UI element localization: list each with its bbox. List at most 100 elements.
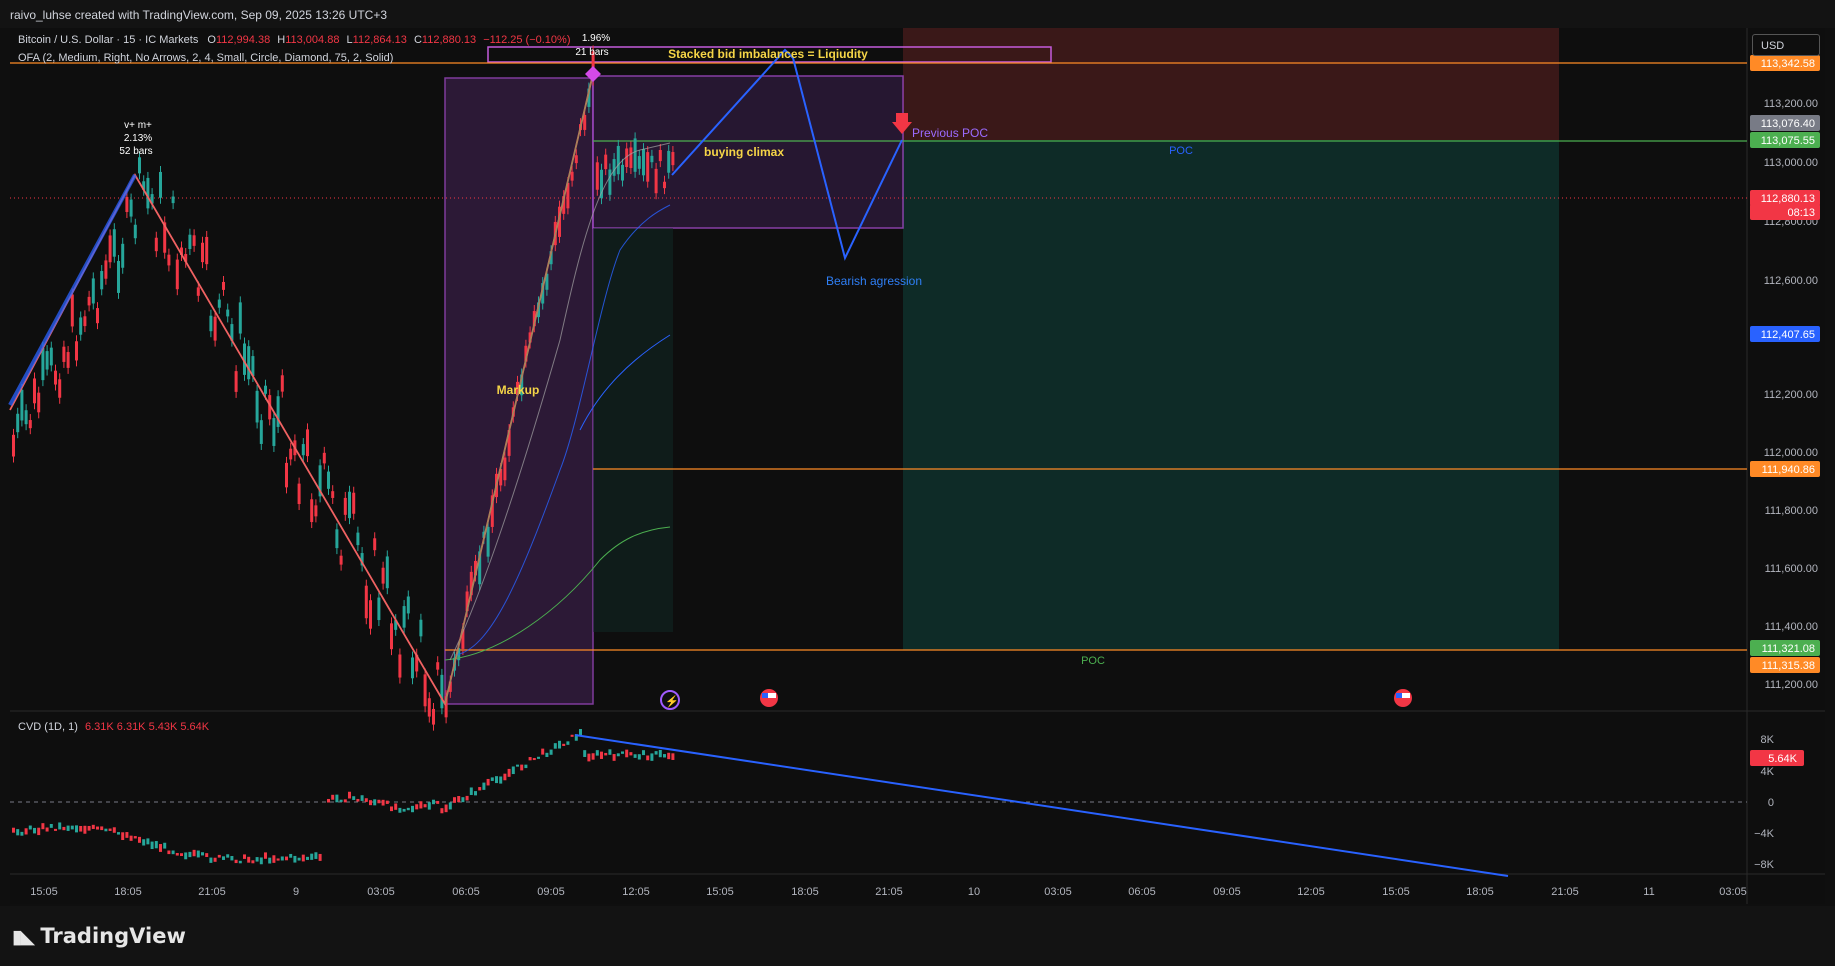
candle bbox=[272, 412, 276, 452]
time-tick: 12:05 bbox=[622, 886, 650, 898]
cvd-axis-ticks: 8K 4K 0 −4K −8K 5.64K bbox=[1750, 734, 1804, 871]
candle bbox=[87, 290, 91, 312]
candle bbox=[377, 591, 381, 627]
cvd-candle bbox=[616, 753, 620, 757]
cvd-candle bbox=[348, 791, 351, 799]
cvd-candle bbox=[37, 827, 41, 836]
candle bbox=[306, 423, 309, 463]
cvd-candle bbox=[230, 856, 234, 861]
time-tick: 09:05 bbox=[537, 886, 565, 898]
cvd-candle bbox=[192, 849, 196, 857]
candle bbox=[75, 335, 78, 367]
symbol-name[interactable]: Bitcoin / U.S. Dollar · 15 · IC Markets bbox=[18, 34, 198, 46]
symbol-legend[interactable]: Bitcoin / U.S. Dollar · 15 · IC Markets … bbox=[18, 34, 570, 46]
candle bbox=[154, 231, 158, 258]
tv-logo-icon: ▮◣ bbox=[12, 926, 35, 948]
candle bbox=[301, 438, 305, 462]
price-tag: 111,315.38 bbox=[1750, 657, 1820, 673]
swing-label-3: 52 bars bbox=[119, 146, 152, 157]
cvd-candle bbox=[343, 799, 347, 803]
cvd-candle bbox=[625, 749, 629, 758]
cvd-candle bbox=[66, 825, 70, 831]
price-tag: 111,940.86 bbox=[1750, 461, 1820, 477]
stacked-bid-label: Stacked bid imbalances = Liqiudity bbox=[668, 47, 868, 61]
cvd-indicator[interactable]: CVD (1D, 1) bbox=[18, 721, 78, 733]
price-chart-svg[interactable]: ⚡ v+ m+ 2.13% 52 bars 1.96% 21 bars Stac… bbox=[0, 0, 1835, 906]
cvd-candle bbox=[171, 850, 175, 855]
cvd-candle bbox=[108, 828, 112, 831]
candle bbox=[146, 171, 150, 215]
cvd-candle bbox=[259, 857, 263, 865]
cvd-candle bbox=[154, 841, 158, 849]
time-tick: 21:05 bbox=[875, 886, 903, 898]
time-tick: 03:05 bbox=[1044, 886, 1072, 898]
price-tag: 112,880.13 bbox=[1750, 190, 1820, 206]
cvd-candle bbox=[184, 852, 188, 860]
cvd-candle bbox=[427, 802, 431, 810]
cvd-candle bbox=[280, 856, 284, 861]
cvd-candle bbox=[201, 852, 204, 856]
cvd-candle bbox=[58, 822, 62, 830]
candle bbox=[58, 373, 62, 404]
candle bbox=[285, 456, 288, 494]
cvd-candle bbox=[482, 782, 486, 790]
cvd-candle bbox=[369, 800, 372, 806]
cvd-candle bbox=[217, 854, 221, 858]
candle bbox=[419, 613, 423, 643]
cvd-candle bbox=[209, 857, 213, 863]
time-tick: 18:05 bbox=[114, 886, 142, 898]
candle bbox=[364, 579, 368, 625]
cvd-candle bbox=[604, 752, 608, 756]
cvd-candle bbox=[121, 832, 125, 841]
price-tag: 113,076.40 bbox=[1750, 115, 1820, 131]
cvd-candle bbox=[520, 764, 524, 771]
time-tick: 18:05 bbox=[791, 886, 819, 898]
svg-text:113,076.40: 113,076.40 bbox=[1761, 118, 1815, 130]
cvd-candle bbox=[104, 828, 108, 832]
cvd-candle bbox=[205, 853, 209, 858]
cvd-candle bbox=[243, 854, 246, 859]
candle bbox=[100, 265, 104, 296]
cvd-candle bbox=[49, 823, 53, 828]
cvd-tag: 5.64K bbox=[1750, 750, 1804, 766]
cvd-candle bbox=[125, 832, 129, 838]
cvd-candle bbox=[33, 827, 36, 834]
tradingview-logo[interactable]: ▮◣ TradingView bbox=[12, 924, 186, 948]
cvd-candle bbox=[167, 850, 171, 855]
candle bbox=[335, 523, 339, 555]
ofa-indicator[interactable]: OFA (2, Medium, Right, No Arrows, 2, 4, … bbox=[18, 52, 393, 64]
cvd-candle bbox=[238, 860, 242, 864]
time-tick: 9 bbox=[293, 886, 299, 898]
cvd-candle bbox=[545, 752, 549, 758]
cvd-tick: −4K bbox=[1754, 828, 1775, 840]
cvd-candle bbox=[558, 740, 561, 749]
cvd-candle bbox=[415, 804, 419, 810]
cvd-candle bbox=[499, 776, 503, 784]
price-axis-tags: 113,342.58 113,076.40 113,075.55 112,880.13… bbox=[1750, 55, 1820, 673]
cvd-candle bbox=[633, 754, 637, 758]
cvd-candle bbox=[360, 795, 364, 801]
cvd-candle bbox=[54, 828, 57, 831]
cvd-candle bbox=[406, 807, 410, 811]
cvd-candle bbox=[16, 829, 20, 836]
ofa-legend[interactable]: OFA (2, Medium, Right, No Arrows, 2, 4, … bbox=[18, 52, 393, 64]
currency-button[interactable]: USD bbox=[1752, 34, 1820, 56]
candle bbox=[222, 275, 225, 296]
cvd-candle bbox=[671, 753, 675, 760]
cvd-candle bbox=[461, 797, 465, 803]
price-tick: 112,200.00 bbox=[1764, 389, 1818, 401]
cvd-candle bbox=[478, 787, 482, 791]
time-tick: 09:05 bbox=[1213, 886, 1241, 898]
cvd-candle bbox=[432, 799, 435, 805]
cvd-candle bbox=[268, 857, 272, 864]
cvd-candle bbox=[608, 749, 612, 755]
cvd-candle bbox=[411, 805, 414, 813]
candle bbox=[633, 132, 637, 178]
cvd-candle bbox=[642, 750, 645, 756]
cvd-candle bbox=[621, 751, 624, 754]
candle bbox=[373, 532, 377, 557]
time-axis-ticks: 15:05 18:05 21:05 9 03:05 06:05 09:05 12:05 15:0… bbox=[30, 886, 1747, 898]
candle bbox=[66, 346, 70, 374]
cvd-candle bbox=[549, 749, 553, 755]
cvd-legend[interactable]: CVD (1D, 1) 6.31K 6.31K 5.43K 5.64K bbox=[18, 721, 209, 733]
